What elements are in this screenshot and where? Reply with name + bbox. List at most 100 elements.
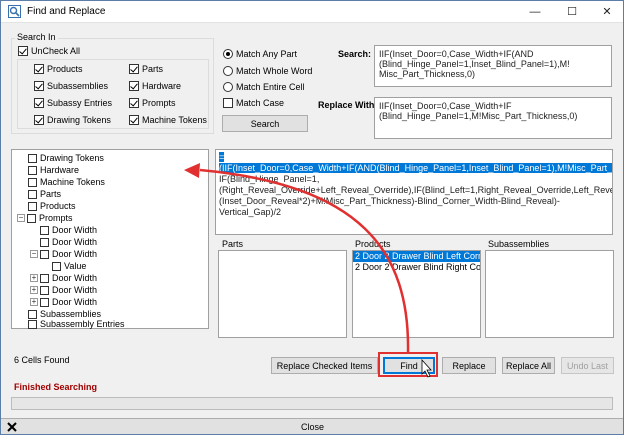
parts-checkbox[interactable]: Parts — [129, 63, 163, 75]
formula-selected-text: =(IIF(Inset_Door=0,Case_Width+IF(AND(Bli… — [219, 152, 612, 173]
find-replace-app-icon — [8, 5, 21, 18]
tree-item-label: Door Width — [52, 249, 98, 259]
subassemblies-list[interactable] — [485, 250, 614, 338]
subassemblies-list-label: Subassemblies — [488, 239, 550, 249]
tree-item-products[interactable]: Products — [28, 200, 76, 212]
checkbox-empty-icon — [223, 98, 233, 108]
tree-item-label: Door Width — [52, 297, 98, 307]
tree-item-value[interactable]: Value — [52, 260, 86, 272]
finished-searching-text: Finished Searching — [14, 382, 98, 392]
tree-item-label: Prompts — [39, 213, 73, 223]
products-list[interactable]: 2 Door 2 Drawer Blind Left Corner Base 2… — [352, 250, 481, 338]
cells-found-text: 6 Cells Found — [14, 355, 70, 365]
checkbox-check-icon — [18, 46, 28, 56]
tree-item-prompts[interactable]: − Prompts — [17, 212, 73, 224]
checkbox-empty-icon — [40, 237, 49, 247]
formula-textbox[interactable]: =(IIF(Inset_Door=0,Case_Width+IF(AND(Bli… — [215, 149, 613, 235]
replace-with-label: Replace With: — [318, 100, 378, 110]
title-bar: Find and Replace — ☐ ✕ — [1, 1, 623, 23]
maximize-button[interactable]: ☐ — [558, 3, 586, 21]
expand-icon[interactable]: + — [30, 298, 38, 306]
parts-label: Parts — [142, 64, 164, 74]
tree-item-subassembly-entries[interactable]: Subassembly Entries — [28, 318, 125, 330]
hardware-checkbox[interactable]: Hardware — [129, 80, 181, 92]
products-label: Products — [47, 64, 83, 74]
tree-item-label: Door Width — [52, 285, 98, 295]
tree-item-label: Products — [40, 201, 76, 211]
drawing-tokens-checkbox[interactable]: Drawing Tokens — [34, 114, 111, 126]
replace-all-button[interactable]: Replace All — [502, 357, 555, 374]
match-entire-cell-radio[interactable]: Match Entire Cell — [223, 81, 305, 93]
find-button[interactable]: Find — [383, 357, 435, 374]
match-whole-word-label: Match Whole Word — [236, 66, 313, 76]
tree-item-door-width[interactable]: − Door Width — [30, 248, 97, 260]
collapse-icon[interactable]: − — [30, 250, 38, 258]
checkbox-check-icon — [129, 81, 139, 91]
search-progress-bar — [11, 397, 613, 410]
tree-item-door-width[interactable]: + Door Width — [30, 272, 97, 284]
tree-item-label: Machine Tokens — [40, 177, 105, 187]
checkbox-check-icon — [129, 98, 139, 108]
search-label: Search: — [338, 49, 372, 59]
minimize-button[interactable]: — — [521, 3, 549, 21]
tree-item-drawing-tokens[interactable]: Drawing Tokens — [28, 152, 104, 164]
tree-item-door-width[interactable]: + Door Width — [30, 296, 97, 308]
checkbox-empty-icon — [40, 285, 49, 295]
list-item[interactable]: 2 Door 2 Drawer Blind Left Corner Base — [353, 251, 480, 262]
expand-icon[interactable]: + — [30, 274, 38, 282]
checkbox-check-icon — [129, 115, 139, 125]
drawing-tokens-label: Drawing Tokens — [47, 115, 111, 125]
radio-dot-icon — [223, 66, 233, 76]
tree-item-door-width[interactable]: Door Width — [40, 236, 97, 248]
tree-item-label: Hardware — [40, 165, 80, 175]
machine-tokens-label: Machine Tokens — [142, 115, 207, 125]
subassy-entries-label: Subassy Entries — [47, 98, 113, 108]
collapse-icon[interactable]: − — [17, 214, 25, 222]
parts-list[interactable] — [218, 250, 347, 338]
search-tree[interactable]: Drawing Tokens Hardware Machine Tokens P… — [11, 149, 209, 329]
search-button[interactable]: Search — [222, 115, 308, 132]
prompts-checkbox[interactable]: Prompts — [129, 97, 176, 109]
subassemblies-checkbox[interactable]: Subassemblies — [34, 80, 108, 92]
search-in-legend: Search In — [15, 32, 58, 42]
machine-tokens-checkbox[interactable]: Machine Tokens — [129, 114, 207, 126]
checkbox-empty-icon — [28, 319, 37, 329]
tree-item-label: Value — [64, 261, 87, 271]
close-bar-button[interactable]: Close — [1, 418, 623, 434]
replace-with-input[interactable]: IIF(Inset_Door=0,Case_Width+IF (Blind_Hi… — [374, 97, 612, 139]
tree-item-parts[interactable]: Parts — [28, 188, 61, 200]
undo-last-button[interactable]: Undo Last — [561, 357, 614, 374]
match-whole-word-radio[interactable]: Match Whole Word — [223, 65, 312, 77]
window-title: Find and Replace — [27, 6, 106, 17]
match-case-label: Match Case — [236, 98, 285, 108]
uncheck-all-label: UnCheck All — [31, 46, 81, 56]
close-x-icon — [7, 422, 17, 432]
checkbox-empty-icon — [28, 189, 37, 199]
checkbox-empty-icon — [27, 213, 36, 223]
find-replace-window: Find and Replace — ☐ ✕ Search In UnCheck… — [0, 0, 624, 435]
tree-item-label: Door Width — [52, 273, 98, 283]
list-item[interactable]: 2 Door 2 Drawer Blind Right Corner Base — [353, 262, 480, 273]
subassy-entries-checkbox[interactable]: Subassy Entries — [34, 97, 112, 109]
checkbox-empty-icon — [40, 225, 49, 235]
tree-item-machine-tokens[interactable]: Machine Tokens — [28, 176, 105, 188]
checkbox-empty-icon — [40, 273, 49, 283]
checkbox-empty-icon — [52, 261, 61, 271]
tree-item-door-width[interactable]: Door Width — [40, 224, 97, 236]
tree-item-label: Subassembly Entries — [40, 319, 125, 329]
products-checkbox[interactable]: Products — [34, 63, 83, 75]
tree-item-hardware[interactable]: Hardware — [28, 164, 79, 176]
match-case-checkbox[interactable]: Match Case — [223, 97, 284, 109]
expand-icon[interactable]: + — [30, 286, 38, 294]
hardware-label: Hardware — [142, 81, 182, 91]
replace-button[interactable]: Replace — [442, 357, 496, 374]
tree-item-door-width[interactable]: + Door Width — [30, 284, 97, 296]
match-any-part-radio[interactable]: Match Any Part — [223, 48, 297, 60]
uncheck-all-checkbox[interactable]: UnCheck All — [18, 45, 80, 57]
replace-checked-items-button[interactable]: Replace Checked Items — [271, 357, 378, 374]
match-entire-cell-label: Match Entire Cell — [236, 82, 305, 92]
close-button-label: Close — [301, 422, 325, 432]
search-input[interactable]: IIF(Inset_Door=0,Case_Width+IF(AND (Blin… — [374, 45, 612, 87]
window-close-button[interactable]: ✕ — [593, 3, 621, 21]
checkbox-empty-icon — [40, 297, 49, 307]
